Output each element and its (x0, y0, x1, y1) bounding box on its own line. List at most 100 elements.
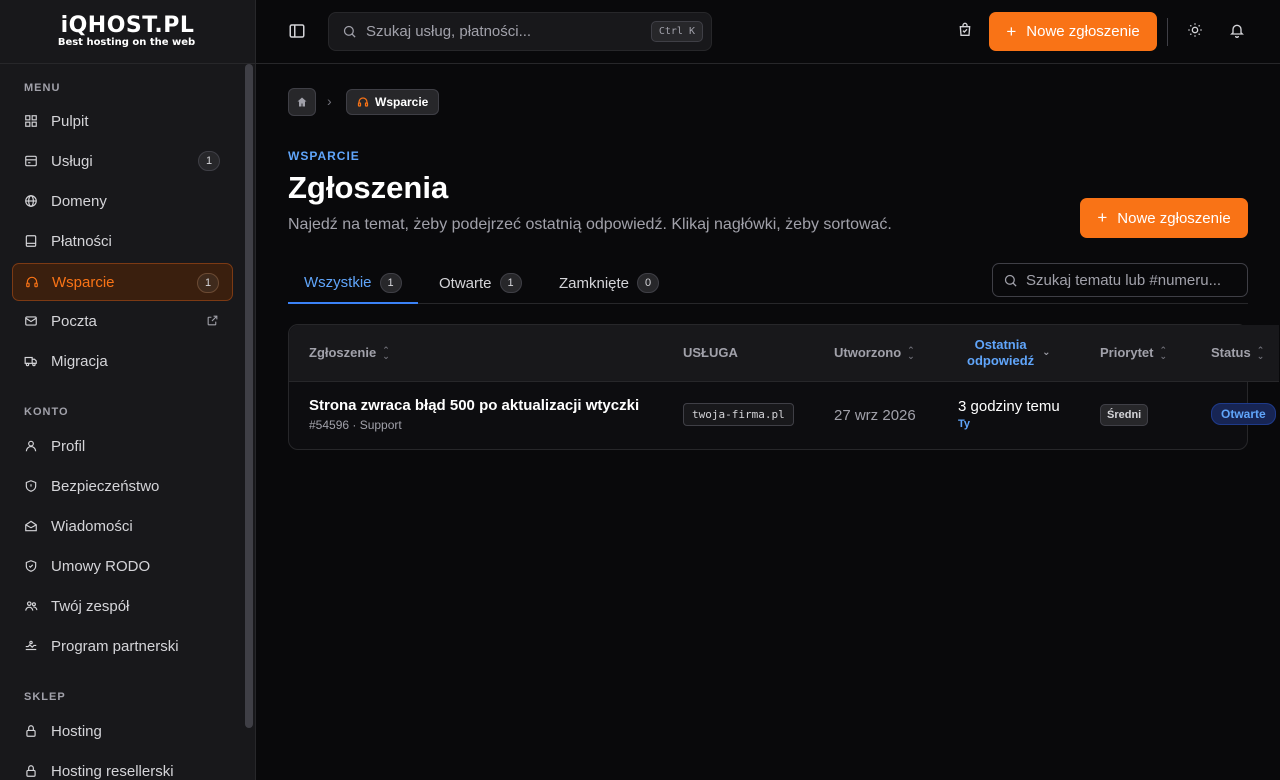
sidebar-item-uslugi[interactable]: Usługi 1 (12, 142, 233, 180)
sidebar: iQHOST.PL Best hosting on the web MENU P… (0, 0, 256, 780)
column-header-service: USŁUGA (683, 345, 738, 360)
ticket-subject[interactable]: Strona zwraca błąd 500 po aktualizacji w… (309, 397, 639, 414)
ticket-search-input[interactable]: Szukaj tematu lub #numeru... (992, 263, 1248, 297)
column-label: Ostatnia (974, 337, 1027, 352)
external-link-icon (206, 314, 219, 327)
sidebar-toggle-button[interactable] (288, 22, 308, 42)
tab-label: Otwarte (439, 274, 492, 292)
column-label: Zgłoszenie (309, 345, 377, 360)
count-badge: 1 (198, 151, 220, 171)
cart-button[interactable] (957, 22, 975, 40)
search-icon (1004, 274, 1017, 287)
home-icon (297, 97, 307, 107)
tickets-table: Zgłoszenie ⌃ ⌄ USŁUGA Utworzono ⌃ ⌄ Ostatn… (288, 324, 1279, 450)
tab-label: Wszystkie (304, 274, 372, 291)
new-ticket-button-top[interactable]: + Nowe zgłoszenie (989, 12, 1157, 51)
lock-icon (24, 724, 38, 738)
server-icon (24, 154, 38, 168)
column-label: Status (1211, 345, 1251, 360)
sidebar-item-label: Pulpit (51, 112, 89, 130)
plus-icon: + (1006, 21, 1017, 41)
sidebar-item-label: Hosting resellerski (51, 762, 174, 780)
section-label-account: KONTO (24, 406, 69, 418)
tabs-divider (288, 303, 1248, 304)
sidebar-item-domeny[interactable]: Domeny (12, 182, 233, 220)
logo[interactable]: iQHOST.PL Best hosting on the web (0, 0, 255, 64)
keyboard-shortcut: Ctrl K (650, 21, 703, 42)
sort-icon: ⌃ ⌄ (907, 344, 915, 361)
bell-icon (1230, 24, 1244, 38)
globe-icon (24, 194, 38, 208)
sidebar-scrollbar[interactable] (245, 64, 253, 728)
new-ticket-label: Nowe zgłoszenie (1026, 23, 1140, 40)
grid-icon (24, 114, 38, 128)
tab-wszystkie[interactable]: Wszystkie 1 (288, 263, 418, 304)
sidebar-item-pulpit[interactable]: Pulpit (12, 102, 233, 140)
global-search-input[interactable]: Szukaj usług, płatności... Ctrl K (328, 12, 712, 51)
sidebar-item-wiadomosci[interactable]: Wiadomości (12, 507, 233, 545)
receipt-icon (24, 234, 38, 248)
tab-otwarte[interactable]: Otwarte 1 (423, 263, 538, 303)
sidebar-item-label: Wsparcie (52, 273, 115, 291)
ticket-search-placeholder: Szukaj tematu lub #numeru... (1026, 271, 1222, 289)
column-header-status[interactable]: Status ⌃ ⌄ (1211, 345, 1264, 360)
sort-icon: ⌃ ⌄ (382, 344, 390, 361)
last-reply-cell: 3 godziny temu Ty (958, 398, 1060, 430)
sidebar-item-label: Twój zespół (51, 597, 130, 615)
sidebar-item-platnosci[interactable]: Płatności (12, 222, 233, 260)
tab-count: 0 (637, 273, 660, 293)
created-date: 27 wrz 2026 (834, 407, 916, 424)
sidebar-toggle-icon (289, 24, 305, 38)
sidebar-item-twoj-zespol[interactable]: Twój zespół (12, 587, 233, 625)
handshake-icon (24, 639, 38, 653)
sidebar-item-label: Profil (51, 437, 86, 455)
breadcrumb-home[interactable] (288, 88, 316, 116)
tab-zamkniete[interactable]: Zamknięte 0 (543, 263, 675, 303)
sidebar-item-bezpieczenstwo[interactable]: Bezpieczeństwo (12, 467, 233, 505)
service-chip: twoja-firma.pl (683, 403, 794, 426)
logo-tagline: Best hosting on the web (57, 36, 196, 48)
column-header-last-reply[interactable]: Ostatnia odpowiedź ⌄ (967, 337, 1051, 369)
column-label: Utworzono (834, 345, 902, 360)
sidebar-item-migracja[interactable]: Migracja (12, 342, 233, 380)
sidebar-item-hosting-resellerski[interactable]: Hosting resellerski (12, 752, 233, 780)
column-header-subject[interactable]: Zgłoszenie ⌃ ⌄ (309, 345, 390, 360)
search-placeholder: Szukaj usług, płatności... (366, 23, 532, 40)
column-header-priority[interactable]: Priorytet ⌃ ⌄ (1100, 345, 1167, 360)
tab-count: 1 (379, 272, 402, 293)
priority-cell: Średni (1100, 404, 1149, 426)
users-icon (24, 599, 38, 613)
sidebar-item-label: Hosting (51, 722, 102, 740)
sun-icon (1188, 23, 1202, 37)
sidebar-item-label: Migracja (51, 352, 108, 370)
lock-icon (24, 764, 38, 778)
sidebar-item-label: Program partnerski (51, 637, 179, 655)
section-label-menu: MENU (24, 82, 61, 94)
search-icon (343, 25, 356, 38)
headset-icon (357, 97, 369, 107)
ticket-subject-cell[interactable]: Strona zwraca błąd 500 po aktualizacji w… (309, 397, 639, 432)
sidebar-item-label: Poczta (51, 312, 97, 330)
new-ticket-button[interactable]: + Nowe zgłoszenie (1080, 198, 1248, 238)
count-badge: 1 (197, 273, 219, 293)
shield-check-icon (24, 559, 38, 573)
column-header-created[interactable]: Utworzono ⌃ ⌄ (834, 345, 915, 360)
sidebar-item-umowy-rodo[interactable]: Umowy RODO (12, 547, 233, 585)
column-label: USŁUGA (683, 345, 738, 360)
sidebar-item-label: Usługi (51, 152, 93, 170)
service-cell: twoja-firma.pl (683, 403, 794, 426)
envelope-icon (24, 519, 38, 533)
sidebar-item-wsparcie[interactable]: Wsparcie 1 (12, 263, 233, 301)
sidebar-item-poczta[interactable]: Poczta (12, 302, 233, 340)
last-reply-author: Ty (958, 418, 971, 430)
mail-icon (24, 314, 38, 328)
sidebar-item-label: Umowy RODO (51, 557, 151, 575)
sidebar-item-program-partnerski[interactable]: Program partnerski (12, 627, 233, 665)
sidebar-item-hosting[interactable]: Hosting (12, 712, 233, 750)
sidebar-item-profil[interactable]: Profil (12, 427, 233, 465)
breadcrumb-label: Wsparcie (375, 95, 429, 109)
notifications-button[interactable] (1229, 22, 1247, 40)
sort-desc-icon: ⌄ (1042, 347, 1051, 358)
theme-toggle-button[interactable] (1187, 22, 1205, 40)
column-label: Priorytet (1100, 345, 1154, 360)
